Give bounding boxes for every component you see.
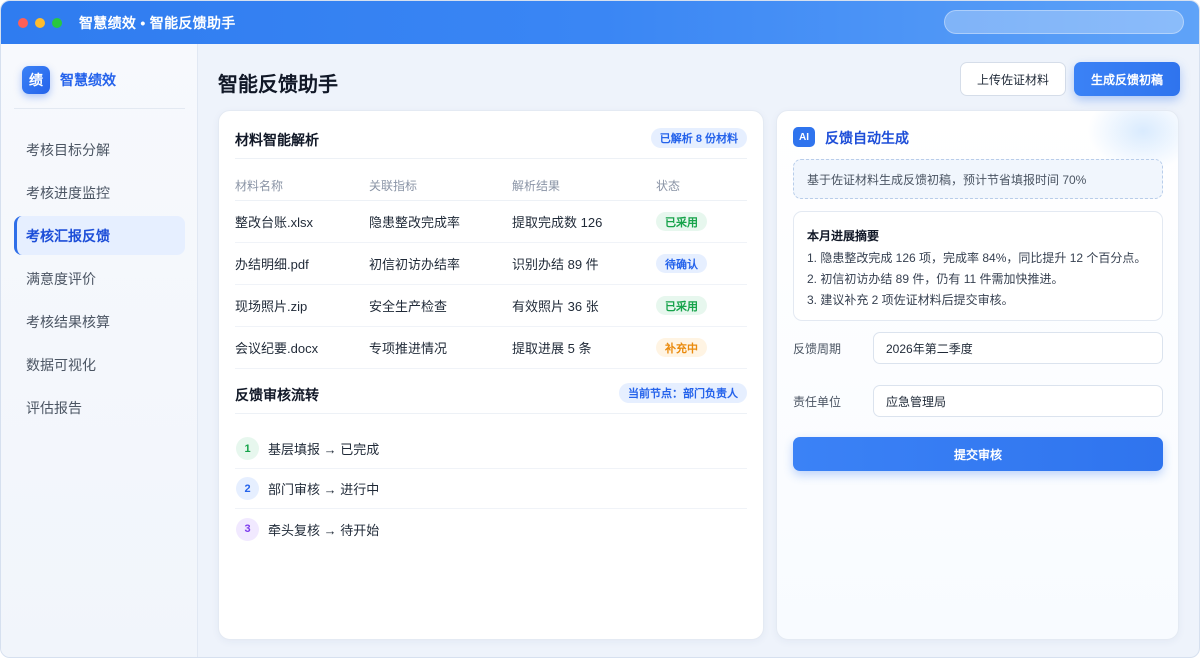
unit-row: 责任单位 应急管理局 — [793, 385, 1163, 417]
material-indicator: 隐患整改完成率 — [369, 215, 461, 230]
ai-panel-title: 反馈自动生成 — [825, 130, 909, 146]
step-text: 基层填报 → 已完成 — [268, 442, 380, 457]
search-input[interactable] — [944, 10, 1184, 34]
brand-logo: 绩 — [22, 66, 50, 94]
material-indicator: 初信初访办结率 — [369, 257, 461, 272]
sidebar-item-data-visualization[interactable]: 数据可视化 — [14, 345, 185, 384]
progress-summary[interactable]: 本月进展摘要 1. 隐患整改完成 126 项，完成率 84%，同比提升 12 个… — [793, 211, 1163, 321]
sidebar-item-report-feedback[interactable]: 考核汇报反馈 — [14, 216, 185, 255]
step-number: 2 — [236, 477, 259, 500]
sidebar: 绩 智慧绩效 考核目标分解 考核进度监控 考核汇报反馈 满意度评价 考核结果核算… — [1, 44, 198, 657]
table-row[interactable]: 会议纪要.docx 专项推进情况 提取进展 5 条 补充中 — [235, 327, 747, 369]
workflow-step: 3 牵头复核 → 待开始 — [235, 509, 747, 549]
workflow-step: 1 基层填报 → 已完成 — [235, 429, 747, 469]
summary-line: 2. 初信初访办结 89 件，仍有 11 件需加快推进。 — [807, 272, 1064, 286]
column-header-result: 解析结果 — [512, 179, 561, 193]
divider — [235, 413, 747, 414]
current-node-badge: 当前节点：部门负责人 — [619, 383, 747, 403]
table-body: 整改台账.xlsx 隐患整改完成率 提取完成数 126 已采用 办结明细.pdf 初信初访… — [235, 201, 747, 369]
material-result: 识别办结 89 件 — [512, 257, 599, 272]
upload-evidence-button[interactable]: 上传佐证材料 — [960, 62, 1066, 96]
material-result: 提取完成数 126 — [512, 215, 603, 230]
period-row: 反馈周期 2026年第二季度 — [793, 332, 1163, 364]
material-name: 办结明细.pdf — [235, 257, 309, 272]
window-title: 智慧绩效 • 智能反馈助手 — [79, 14, 236, 31]
page-title: 智能反馈助手 — [218, 74, 338, 96]
sidebar-item-goal-breakdown[interactable]: 考核目标分解 — [14, 130, 185, 169]
ai-icon: AI — [793, 127, 815, 147]
step-text: 部门审核 → 进行中 — [268, 482, 380, 497]
divider — [14, 108, 185, 109]
app-window: 智慧绩效 • 智能反馈助手 绩 智慧绩效 考核目标分解 考核进度监控 考核汇报反… — [0, 0, 1200, 658]
sidebar-item-satisfaction[interactable]: 满意度评价 — [14, 259, 185, 298]
summary-line: 1. 隐患整改完成 126 项，完成率 84%，同比提升 12 个百分点。 — [807, 251, 1147, 265]
column-header-status: 状态 — [656, 179, 681, 193]
sidebar-item-progress-monitor[interactable]: 考核进度监控 — [14, 173, 185, 212]
step-number: 3 — [236, 517, 259, 541]
table-header: 材料名称 关联指标 解析结果 状态 — [235, 171, 747, 201]
material-indicator: 安全生产检查 — [369, 299, 448, 314]
submit-review-button[interactable]: 提交审核 — [793, 437, 1163, 471]
status-badge: 已采用 — [656, 212, 707, 231]
brand: 绩 智慧绩效 — [22, 66, 116, 94]
divider — [235, 158, 747, 159]
sidebar-item-evaluation-report[interactable]: 评估报告 — [14, 388, 185, 427]
ai-feedback-card: AI 反馈自动生成 基于佐证材料生成反馈初稿，预计节省填报时间 70% 本月进展… — [776, 110, 1179, 640]
summary-title: 本月进展摘要 — [807, 229, 880, 243]
materials-table: 材料名称 关联指标 解析结果 状态 整改台账.xlsx 隐患整改完成率 提取完成数 … — [235, 171, 747, 369]
status-badge: 待确认 — [656, 254, 707, 273]
materials-card: 材料智能解析 已解析 8 份材料 材料名称 关联指标 解析结果 状态 整改台账.… — [218, 110, 764, 640]
minimize-window-button[interactable] — [35, 17, 45, 28]
column-header-name: 材料名称 — [235, 179, 284, 193]
material-name: 会议纪要.docx — [235, 341, 319, 356]
unit-label: 责任单位 — [793, 394, 842, 409]
parsed-count-badge: 已解析 8 份材料 — [650, 128, 747, 148]
material-indicator: 专项推进情况 — [369, 341, 448, 356]
workflow-step: 2 部门审核 → 进行中 — [235, 469, 747, 509]
summary-line: 3. 建议补充 2 项佐证材料后提交审核。 — [807, 293, 1014, 307]
column-header-indicator: 关联指标 — [369, 179, 418, 193]
material-name: 现场照片.zip — [235, 299, 308, 314]
material-result: 有效照片 36 张 — [512, 299, 599, 314]
period-label: 反馈周期 — [793, 341, 842, 356]
material-name: 整改台账.xlsx — [235, 215, 314, 230]
status-badge: 补充中 — [656, 338, 707, 357]
step-text: 牵头复核 → 待开始 — [268, 522, 380, 538]
unit-field[interactable]: 应急管理局 — [873, 385, 1163, 417]
materials-title: 材料智能解析 — [235, 132, 319, 148]
sidebar-item-result-accounting[interactable]: 考核结果核算 — [14, 302, 185, 341]
brand-name: 智慧绩效 — [60, 72, 116, 88]
status-badge: 已采用 — [656, 296, 707, 315]
material-result: 提取进展 5 条 — [512, 341, 592, 356]
generate-draft-button[interactable]: 生成反馈初稿 — [1074, 62, 1180, 96]
workflow-steps: 1 基层填报 → 已完成 2 部门审核 → 进行中 3 牵头复核 → 待开始 — [235, 429, 747, 549]
ai-hint: 基于佐证材料生成反馈初稿，预计节省填报时间 70% — [793, 159, 1163, 199]
close-window-button[interactable] — [18, 17, 28, 28]
window-controls — [18, 17, 62, 28]
maximize-window-button[interactable] — [52, 17, 62, 28]
period-field[interactable]: 2026年第二季度 — [873, 332, 1163, 364]
sidebar-nav: 考核目标分解 考核进度监控 考核汇报反馈 满意度评价 考核结果核算 数据可视化 … — [14, 130, 185, 431]
table-row[interactable]: 整改台账.xlsx 隐患整改完成率 提取完成数 126 已采用 — [235, 201, 747, 243]
table-row[interactable]: 办结明细.pdf 初信初访办结率 识别办结 89 件 待确认 — [235, 243, 747, 285]
table-row[interactable]: 现场照片.zip 安全生产检查 有效照片 36 张 已采用 — [235, 285, 747, 327]
workflow-title: 反馈审核流转 — [235, 387, 319, 403]
title-bar: 智慧绩效 • 智能反馈助手 — [1, 1, 1199, 44]
step-number: 1 — [236, 437, 259, 460]
